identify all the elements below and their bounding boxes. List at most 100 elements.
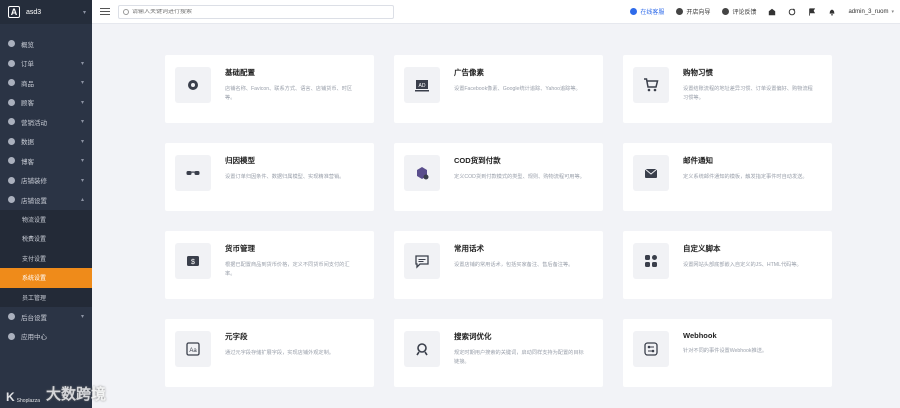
card-text: 元字段 通过元字段存储扩展字段，实现店铺外观定制。 [225,331,359,375]
card-title: Webhook [683,331,717,340]
search-opt-icon [416,343,428,356]
card-title: 归因模型 [225,156,255,165]
online-service-label: 在线客服 [640,10,665,16]
chevron-icon: ▾ [80,177,84,184]
feedback-label: 评论反馈 [732,10,757,16]
sidebar-item[interactable]: 商品 ▾ [0,73,92,93]
settings-card[interactable]: 搜索词优化规定时期用户搜索的关键词，启动同样支持为配置的目标链接。 [394,319,603,387]
card-icon-box [404,331,440,367]
card-text: 基础配置 店铺名称、Favicon、联系方式、语言、店铺货币、时区等。 [225,67,359,111]
sidebar-menu: 概览 订单 ▾ 商品 ▾ 顾客 ▾ 营销活动 ▾ 数据 ▾ 博客 ▾ 店铺装修 ▾ 店铺设置 ▴ 物流设置 税费设置… [0,24,92,346]
refresh-icon[interactable] [788,7,796,16]
settings-card[interactable]: Webhook 针对不同的事件设置Webhook推送。 [623,319,832,387]
menu-item-icon [8,59,15,67]
chevron-icon: ▾ [80,138,84,145]
settings-card[interactable]: $ 货币管理 根据已配置商品到货币价格，定义不同货币间支付的汇率。 [165,231,374,299]
settings-card[interactable]: COD货到付款 定义COD货到付款模式的类型、规则、购物流程可用等。 [394,143,603,211]
settings-card[interactable]: 基础配置 店铺名称、Favicon、联系方式、语言、店铺货币、时区等。 [165,55,374,123]
sidebar-item[interactable]: 后台设置 ▾ [0,307,92,327]
top-bar: 在线客服 开店向导 评论反馈 admin_3_ruom▾ [92,0,900,24]
card-description: 通过元字段存储扩展字段，实现店铺外观定制。 [225,350,334,356]
sidebar-item[interactable]: 概览 [0,34,92,54]
card-icon-box [633,243,669,279]
sidebar-item[interactable]: 店铺设置 ▴ [0,190,92,210]
chevron-icon: ▾ [80,60,84,67]
gear-icon [188,80,198,90]
chevron-down-icon[interactable]: ▾ [83,9,86,16]
card-description: 设置Facebook像素、Google统计追踪、Yahoo追踪等。 [454,86,581,92]
sidebar-item[interactable]: 应用中心 [0,327,92,347]
card-title: 搜索词优化 [454,332,492,341]
settings-card[interactable]: 自定义脚本 设置网站头部底部嵌入自定义的JS、HTML代码等。 [623,231,832,299]
menu-item-icon [8,313,15,321]
user-name: admin_3_ruom [848,8,889,15]
metafield-icon: Aa [186,342,200,356]
search-input[interactable] [132,8,372,15]
settings-card[interactable]: 常用话术 设置店铺的常用话术，包括买家备注、售后备注等。 [394,231,603,299]
guide-button[interactable]: 开店向导 [676,7,710,16]
card-text: COD货到付款 定义COD货到付款模式的类型、规则、购物流程可用等。 [454,155,588,199]
sidebar-item-label: 店铺装修 [21,178,47,186]
store-name: asd3 [26,8,42,16]
card-title: 基础配置 [225,68,255,77]
chevron-icon: ▴ [80,197,84,204]
sidebar-item[interactable]: 税费设置 [0,229,92,249]
watermark-main: 大数跨境 [46,386,107,403]
card-title: 邮件通知 [683,156,713,165]
settings-card[interactable]: 归因模型 设置订单归因条件、数据归属模型、实现精准营销。 [165,143,374,211]
settings-card[interactable]: Aa 元字段 通过元字段存储扩展字段，实现店铺外观定制。 [165,319,374,387]
sidebar-item[interactable]: 系统设置 [0,268,92,288]
store-switcher[interactable]: A asd3 ▾ [0,0,92,24]
card-text: 常用话术 设置店铺的常用话术，包括买家备注、售后备注等。 [454,243,588,287]
sidebar-item[interactable]: 顾客 ▾ [0,93,92,113]
chevron-icon: ▾ [80,80,84,87]
webhook-icon [644,342,658,356]
shop-icon[interactable] [768,8,776,16]
sidebar-item[interactable]: 店铺装修 ▾ [0,171,92,191]
online-service-button[interactable]: 在线客服 [630,7,664,16]
sidebar-item[interactable]: 支付设置 [0,248,92,268]
flag-icon[interactable] [808,7,816,16]
menu-item-icon [8,196,15,204]
card-description: 设置结账流程的地址差异习惯、订单设置偏好、购物流程习惯等。 [683,86,813,101]
settings-content: 基础配置 店铺名称、Favicon、联系方式、语言、店铺货币、时区等。 AD 广告像素… [92,24,900,408]
chevron-down-icon: ▾ [891,8,894,15]
topbar-tools: 在线客服 开店向导 评论反馈 admin_3_ruom ▾ [630,0,900,23]
settings-card[interactable]: 购物习惯 设置结账流程的地址差异习惯、订单设置偏好、购物流程习惯等。 [623,55,832,123]
card-description: 规定时期用户搜索的关键词，启动同样支持为配置的目标链接。 [454,350,584,365]
card-icon-box: AD [404,67,440,103]
chevron-icon: ▾ [80,119,84,126]
sidebar-item[interactable]: 员工管理 [0,287,92,307]
message-icon [415,255,429,269]
card-description: 根据已配置商品到货币价格，定义不同货币间支付的汇率。 [225,262,350,277]
watermark-logo: K [6,390,15,404]
card-icon-box [175,67,211,103]
sidebar-item-label: 数据 [21,139,34,147]
sidebar-item[interactable]: 博客 ▾ [0,151,92,171]
user-menu[interactable]: admin_3_ruom ▾ [848,9,894,15]
card-text: 搜索词优化规定时期用户搜索的关键词，启动同样支持为配置的目标链接。 [454,331,588,375]
card-text: Webhook 针对不同的事件设置Webhook推送。 [683,331,817,375]
sidebar-item[interactable]: 营销活动 ▾ [0,112,92,132]
bell-icon[interactable] [828,8,836,16]
card-text: 货币管理 根据已配置商品到货币价格，定义不同货币间支付的汇率。 [225,243,359,287]
sidebar-item-label: 应用中心 [21,334,47,342]
menu-item-icon [8,137,15,145]
settings-card[interactable]: 邮件通知 定义系统邮件通知的模板，触发指定事件时自动发送。 [623,143,832,211]
menu-toggle-icon[interactable] [100,7,110,16]
sidebar-item-label: 营销活动 [21,119,47,127]
plane-icon [676,8,684,15]
menu-item-icon [8,40,15,48]
sidebar-item[interactable]: 物流设置 [0,209,92,229]
ad-icon: AD [415,80,429,92]
svg-text:$: $ [191,259,195,266]
watermark: K Shoplazza 大数跨境 [6,383,106,404]
card-icon-box [633,67,669,103]
search-icon [123,8,129,15]
settings-card[interactable]: AD 广告像素 设置Facebook像素、Google统计追踪、Yahoo追踪等。 [394,55,603,123]
search-box[interactable] [118,4,394,19]
sidebar-item[interactable]: 订单 ▾ [0,54,92,74]
menu-item-icon [8,176,15,184]
feedback-button[interactable]: 评论反馈 [722,7,756,16]
sidebar-item[interactable]: 数据 ▾ [0,132,92,152]
